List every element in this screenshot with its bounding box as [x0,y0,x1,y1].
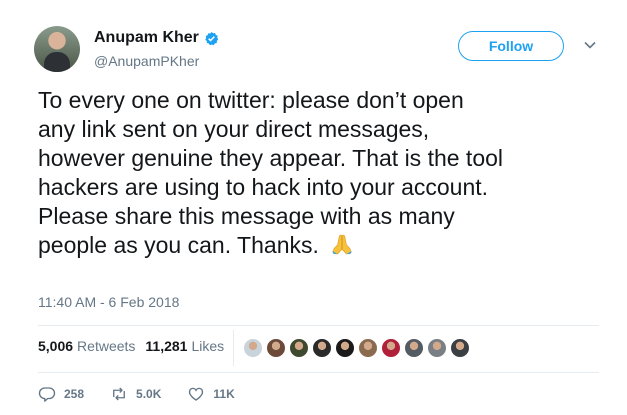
liker-avatar[interactable] [358,338,378,358]
divider-bottom [38,372,599,373]
stats-separator [233,330,234,366]
liker-avatar[interactable] [427,338,447,358]
follow-button[interactable]: Follow [458,31,564,61]
liker-avatar[interactable] [312,338,332,358]
liker-avatar[interactable] [381,338,401,358]
engagement-stats: 5,006 Retweets 11,281 Likes [38,338,224,354]
user-name[interactable]: Anupam Kher [94,29,199,47]
tweet-timestamp[interactable]: 11:40 AM - 6 Feb 2018 [38,294,179,310]
tweet-text: To every one on twitter: please don’t op… [38,86,598,260]
verified-badge-icon [205,31,219,45]
tweet-actions: 258 5.0K 11K [38,385,261,403]
retweets-label[interactable]: Retweets [77,338,135,354]
like-button[interactable]: 11K [187,385,235,403]
avatar[interactable] [34,26,80,72]
reply-count: 258 [64,387,85,401]
divider-top [38,325,599,326]
liker-avatar[interactable] [404,338,424,358]
liker-avatar[interactable] [335,338,355,358]
name-row: Anupam Kher [94,29,219,47]
user-handle[interactable]: @AnupamPKher [94,53,199,69]
retweet-count: 5.0K [136,387,162,401]
chevron-down-icon[interactable] [583,38,597,52]
likes-label[interactable]: Likes [191,338,224,354]
reply-icon [38,387,56,402]
like-count: 11K [213,387,235,401]
reply-button[interactable]: 258 [38,385,84,403]
liker-facepile[interactable] [243,338,473,358]
retweet-icon [113,387,125,401]
tweet-header: Anupam Kher @AnupamPKher Follow [34,26,607,76]
liker-avatar[interactable] [266,338,286,358]
retweet-button[interactable]: 5.0K [110,385,161,403]
likes-count[interactable]: 11,281 [145,338,187,354]
tweet-body: To every one on twitter: please don’t op… [38,87,504,258]
retweets-count[interactable]: 5,006 [38,338,73,354]
liker-avatar[interactable] [243,338,263,358]
heart-icon [189,387,204,401]
liker-avatar[interactable] [289,338,309,358]
liker-avatar[interactable] [450,338,470,358]
folded-hands-icon [332,234,353,255]
